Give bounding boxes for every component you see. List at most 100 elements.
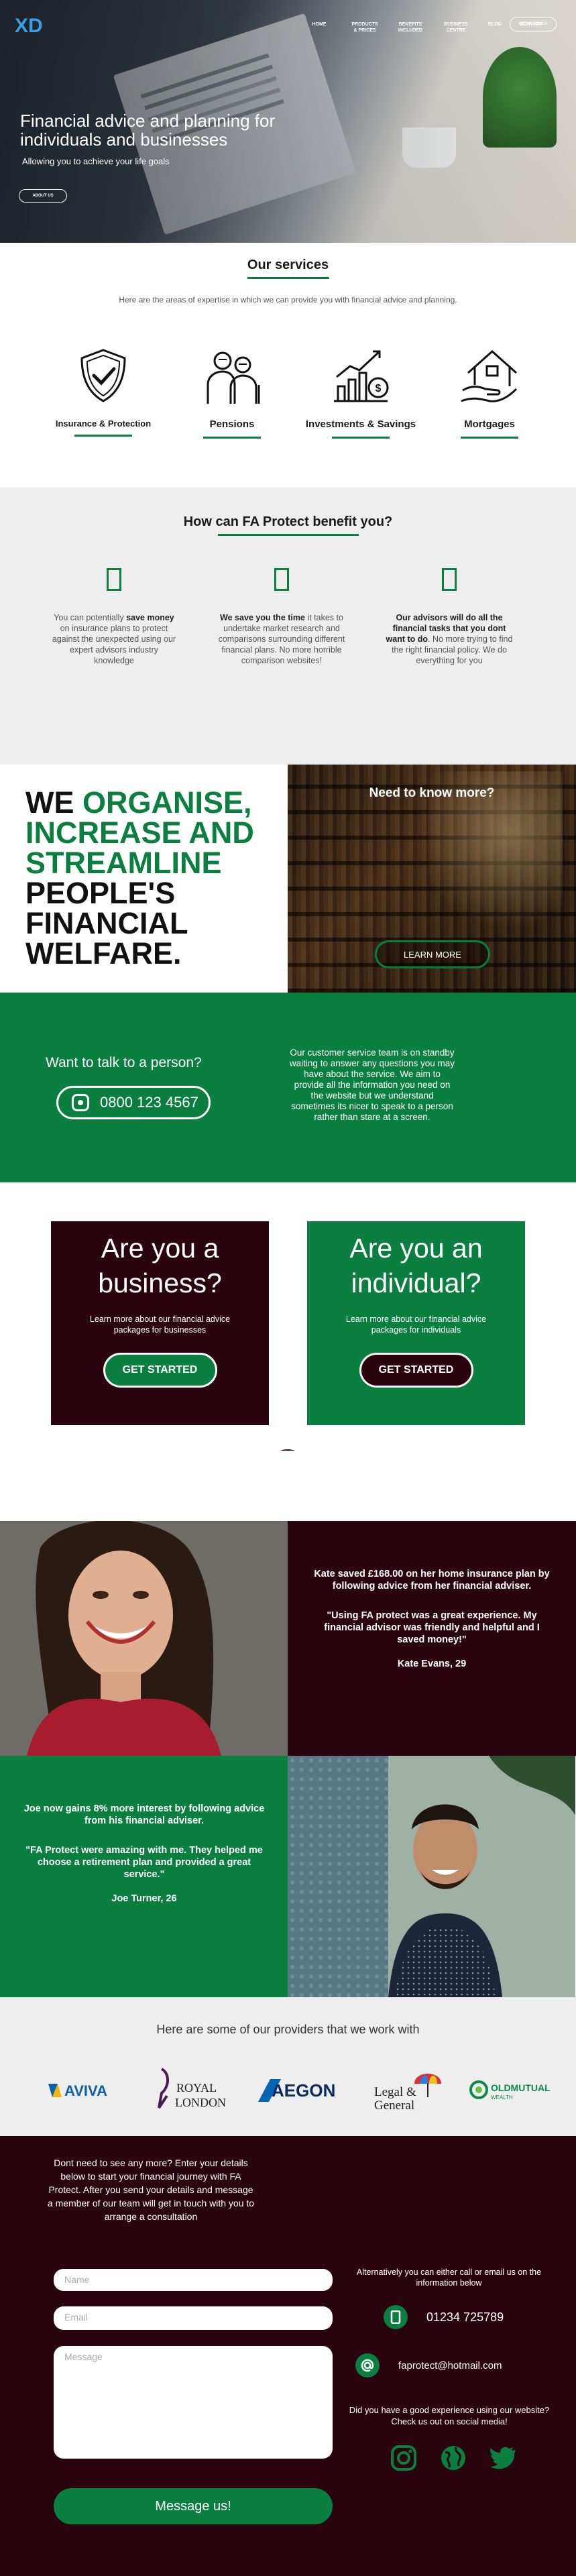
talk-text: Our customer service team is on standby … (289, 1048, 455, 1122)
phone-number: 0800 123 4567 (100, 1094, 198, 1111)
aegon-logo: AEGON (247, 2063, 354, 2117)
mobile-icon (274, 568, 289, 591)
old-mutual-logo: OLDMUTUAL WEALTH (461, 2063, 569, 2117)
aviva-logo: AVIVA (32, 2063, 139, 2117)
services-title: Our services (247, 258, 329, 272)
service-label: Investments & Savings (305, 418, 416, 430)
hero-section: XD HOME PRODUCTS & PRICES BENEFITS INCLU… (0, 0, 576, 243)
contact-intro: Dont need to see any more? Enter your de… (47, 2158, 255, 2222)
instagram-icon[interactable] (389, 2443, 418, 2473)
svg-text:WEALTH: WEALTH (491, 2094, 513, 2101)
talk-section: Want to talk to a person? 0800 123 4567 … (0, 993, 576, 1182)
svg-text:ROYAL: ROYAL (176, 2081, 217, 2094)
card-desc: Learn more about our financial advice pa… (345, 1314, 487, 1335)
message-us-button[interactable]: Message us! (54, 2488, 333, 2524)
testimonial-text: Kate saved £168.00 on her home insurance… (288, 1521, 576, 1756)
testimonial-joe: Joe now gains 8% more interest by follow… (0, 1756, 576, 1997)
scroll-down-button[interactable] (266, 1449, 309, 1451)
card-title: Are you an individual? (349, 1233, 483, 1298)
svg-text:LONDON: LONDON (175, 2096, 226, 2109)
phone-icon (384, 2305, 408, 2329)
email-input[interactable]: Email (54, 2306, 333, 2330)
nav-benefits[interactable]: BENEFITS INCLUDED (396, 21, 424, 34)
services-intro: Here are the areas of expertise in which… (119, 295, 457, 304)
nav-products[interactable]: PRODUCTS & PRICES (351, 21, 379, 34)
mobile-icon (107, 568, 121, 591)
message-textarea[interactable]: Message (54, 2346, 333, 2459)
contact-phone: 01234 725789 (426, 2310, 504, 2324)
service-insurance[interactable]: Insurance & Protection (39, 345, 168, 439)
social-links (389, 2443, 518, 2473)
twitter-icon[interactable] (488, 2443, 518, 2473)
get-started-individual-button[interactable]: GET STARTED (359, 1353, 473, 1388)
kate-photo (0, 1521, 288, 1756)
providers-section: Here are some of our providers that we w… (0, 1997, 576, 2136)
joe-photo (288, 1756, 575, 1997)
legal-general-logo: Legal & General (354, 2063, 461, 2117)
testimonial-text: Joe now gains 8% more interest by follow… (0, 1756, 288, 1997)
talk-heading: Want to talk to a person? (46, 1055, 202, 1070)
service-mortgages[interactable]: Mortgages (425, 345, 554, 439)
royal-london-logo: ROYAL LONDON (139, 2063, 247, 2117)
main-nav: HOME PRODUCTS & PRICES BENEFITS INCLUDED… (305, 21, 542, 34)
site-logo[interactable]: XD (15, 15, 43, 38)
elderly-couple-icon (207, 351, 260, 404)
call-button[interactable]: 0800 123 4567 (56, 1086, 211, 1119)
contact-alt-text: Alternatively you can either call or ema… (356, 2267, 542, 2288)
nav-business[interactable]: BUSINESS CENTRE (442, 21, 470, 34)
name-input[interactable]: Name (54, 2269, 333, 2291)
library-panel: Need to know more? LEARN MORE (288, 765, 576, 993)
svg-text:General: General (374, 2098, 414, 2113)
contact-email-row[interactable]: faprotect@hotmail.com (355, 2353, 502, 2377)
service-label: Pensions (209, 418, 255, 430)
testimonial-quote: "Using FA protect was a great experience… (324, 1610, 540, 1645)
business-card: Are you a business? Learn more about our… (51, 1221, 269, 1425)
nav-blog[interactable]: BLOG (487, 21, 502, 34)
card-desc: Learn more about our financial advice pa… (89, 1314, 231, 1335)
service-investments[interactable]: $ Investments & Savings (296, 345, 425, 439)
nav-home[interactable]: HOME (305, 21, 333, 34)
svg-text:Legal &: Legal & (374, 2085, 416, 2099)
providers-title: Here are some of our providers that we w… (156, 2023, 420, 2036)
svg-text:OLDMUTUAL: OLDMUTUAL (491, 2082, 551, 2093)
mission-section: WE ORGANISE, INCREASE AND STREAMLINE PEO… (0, 765, 576, 993)
card-title: Are you a business? (98, 1233, 222, 1298)
svg-text:AVIVA: AVIVA (64, 2082, 107, 2099)
get-started-business-button[interactable]: GET STARTED (103, 1353, 217, 1388)
testimonial-kate: Kate saved £168.00 on her home insurance… (0, 1521, 576, 1756)
house-hand-icon (461, 349, 518, 402)
testimonial-quote: "FA Protect were amazing with me. They h… (25, 1845, 263, 1880)
testimonial-summary: Kate saved £168.00 on her home insurance… (314, 1569, 550, 1591)
individual-card: Are you an individual? Learn more about … (307, 1221, 525, 1425)
testimonial-summary: Joe now gains 8% more interest by follow… (23, 1803, 265, 1826)
contact-email: faprotect@hotmail.com (398, 2359, 502, 2371)
testimonial-name: Joe Turner, 26 (111, 1893, 177, 1904)
services-section: Our services Here are the areas of exper… (0, 243, 576, 488)
phone-icon (72, 1094, 89, 1111)
audience-section: Are you a business? Learn more about our… (0, 1182, 576, 1451)
mission-statement: WE ORGANISE, INCREASE AND STREAMLINE PEO… (25, 785, 254, 970)
svg-text:$: $ (376, 383, 382, 394)
benefits-section: How can FA Protect benefit you? You can … (0, 488, 576, 765)
benefit-item: We save you the time it takes to underta… (205, 568, 359, 666)
benefit-item: You can potentially save money on insura… (37, 568, 191, 666)
svg-text:AEGON: AEGON (272, 2080, 335, 2101)
at-icon (355, 2353, 380, 2377)
service-label: Mortgages (464, 418, 515, 430)
social-text: Did you have a good experience using our… (349, 2405, 550, 2426)
service-label: Insurance & Protection (55, 418, 152, 429)
benefit-item: Our advisors will do all the financial t… (372, 568, 526, 666)
benefits-title: How can FA Protect benefit you? (183, 514, 393, 529)
contact-section: Dont need to see any more? Enter your de… (0, 2136, 576, 2576)
learn-more-button[interactable]: LEARN MORE (375, 940, 490, 968)
mobile-icon (442, 568, 457, 591)
testimonial-name: Kate Evans, 29 (397, 1659, 467, 1669)
contact-phone-row[interactable]: 01234 725789 (384, 2305, 504, 2329)
service-pensions[interactable]: Pensions (168, 345, 296, 439)
globe-icon[interactable] (439, 2443, 468, 2473)
get-in-touch-button[interactable]: GET IN TOUCH (510, 17, 557, 32)
growth-chart-icon: $ (334, 350, 389, 402)
panel-title: Need to know more? (369, 786, 495, 800)
hero-subtitle: Allowing you to achieve your life goals (22, 156, 170, 166)
about-us-button[interactable]: ABOUT US (19, 189, 67, 203)
